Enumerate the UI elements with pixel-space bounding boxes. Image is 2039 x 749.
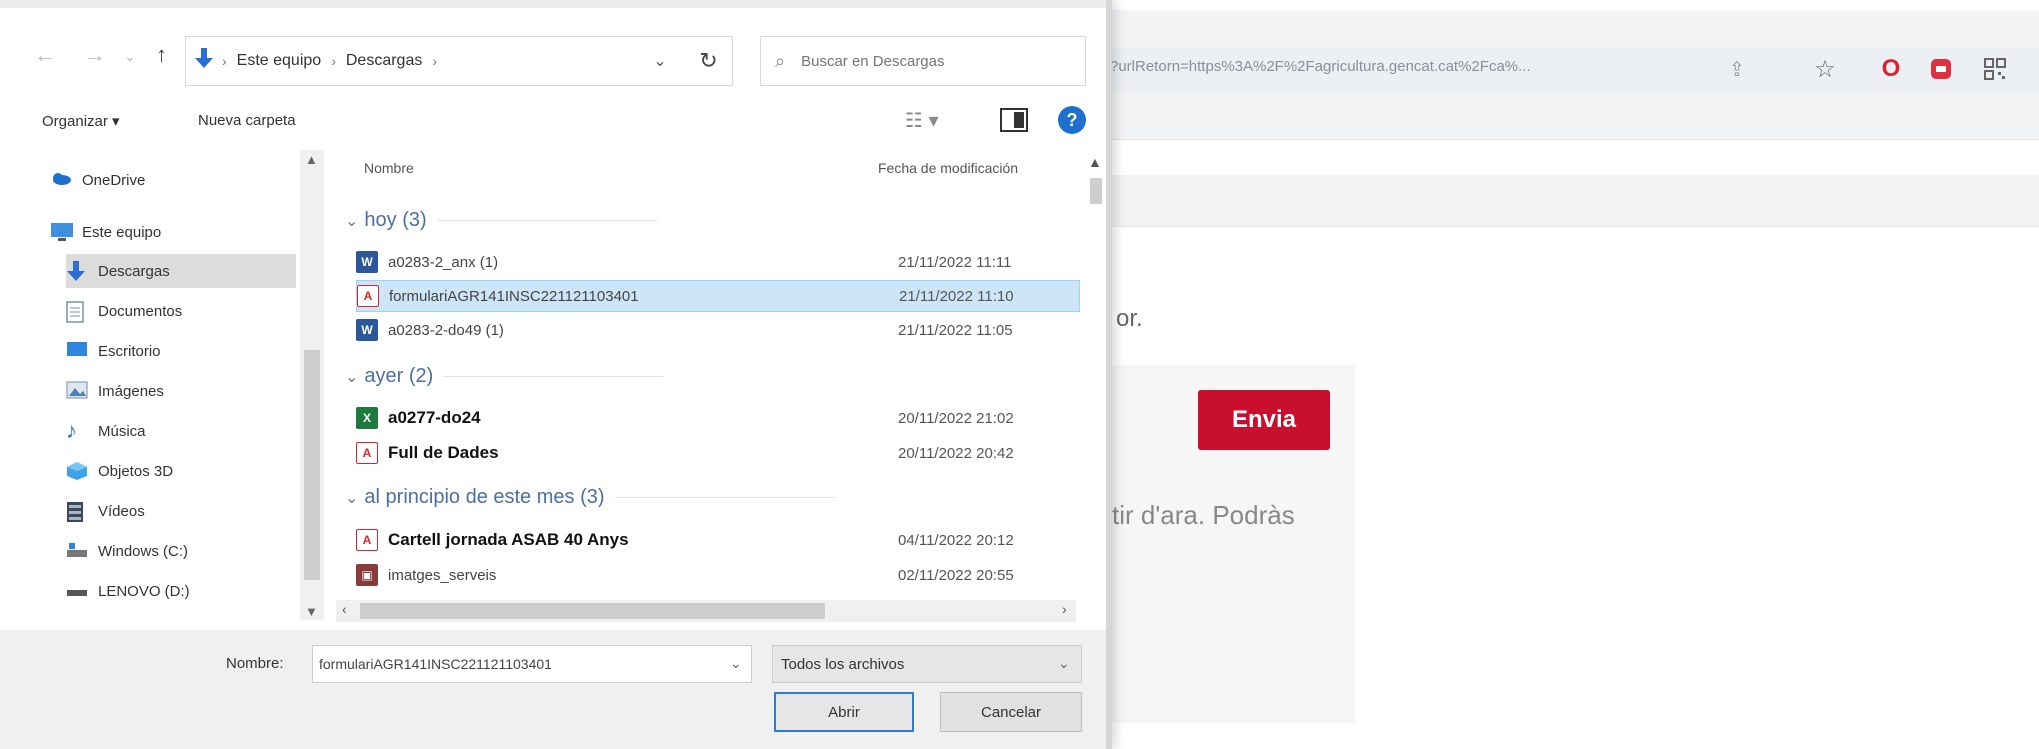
- extension-icon[interactable]: [1926, 54, 1956, 84]
- word-file-icon: W: [356, 319, 378, 341]
- pdf-file-icon: A: [356, 442, 378, 464]
- file-row[interactable]: A Full de Dades 20/11/2022 20:42: [356, 437, 1080, 469]
- refresh-icon[interactable]: ↻: [685, 36, 733, 86]
- sidebar-item-windows-c[interactable]: Windows (C:): [66, 534, 188, 568]
- help-icon[interactable]: ?: [1058, 106, 1086, 134]
- sidebar-item-este-equipo[interactable]: Este equipo: [50, 215, 161, 249]
- organize-button[interactable]: Organizar ▾: [42, 112, 120, 130]
- desktop-icon: [66, 341, 90, 361]
- cloud-icon: [50, 170, 74, 190]
- share-icon[interactable]: ⇪: [1722, 54, 1752, 84]
- search-input[interactable]: [801, 52, 1052, 70]
- group-divider: [443, 376, 664, 377]
- breadcrumb-este-equipo[interactable]: Este equipo: [237, 52, 322, 70]
- file-row[interactable]: ▣ imatges_serveis 02/11/2022 20:55: [356, 559, 1080, 591]
- filename-label: Nombre:: [226, 655, 284, 672]
- file-row[interactable]: W a0283-2-do49 (1) 21/11/2022 11:05: [356, 314, 1080, 346]
- video-icon: [66, 501, 90, 522]
- file-row[interactable]: W a0283-2_anx (1) 21/11/2022 11:11: [356, 246, 1080, 278]
- cancel-button[interactable]: Cancelar: [940, 692, 1082, 732]
- download-icon: [194, 47, 214, 75]
- up-arrow-icon[interactable]: ↑: [156, 42, 167, 68]
- drive-icon: [66, 541, 90, 561]
- column-header-date[interactable]: Fecha de modificación: [878, 160, 1018, 176]
- envia-button[interactable]: Envia: [1198, 390, 1330, 450]
- preview-pane-icon[interactable]: [1000, 108, 1028, 132]
- scroll-left-icon[interactable]: ‹: [342, 601, 347, 617]
- file-type-select[interactable]: Todos los archivos: [772, 645, 1082, 683]
- music-icon: ♪: [66, 418, 77, 443]
- excel-file-icon: X: [356, 407, 378, 429]
- chevron-down-icon[interactable]: ⌄: [730, 655, 742, 672]
- column-header-name[interactable]: Nombre: [364, 160, 414, 176]
- back-arrow-icon[interactable]: ←: [34, 42, 56, 68]
- search-box[interactable]: ⌕: [760, 36, 1086, 86]
- group-divider: [614, 497, 835, 498]
- image-file-icon: ▣: [356, 564, 378, 586]
- command-bar: Organizar ▾ Nueva carpeta ☷ ▾ ?: [0, 100, 1106, 146]
- filename-input[interactable]: [312, 645, 752, 683]
- nav-pane-scroll-thumb[interactable]: [304, 350, 320, 580]
- view-options-icon[interactable]: ☷ ▾: [905, 108, 939, 133]
- opera-icon[interactable]: O: [1876, 54, 1906, 84]
- sidebar-item-escritorio[interactable]: Escritorio: [66, 334, 161, 368]
- sidebar-item-lenovo-d[interactable]: LENOVO (D:): [66, 574, 190, 608]
- scroll-up-icon[interactable]: ▲: [305, 152, 318, 167]
- sidebar-item-onedrive[interactable]: OneDrive: [50, 163, 145, 197]
- star-icon[interactable]: ☆: [1810, 54, 1840, 84]
- computer-icon: [50, 222, 74, 242]
- open-button[interactable]: Abrir: [774, 692, 914, 732]
- sidebar-item-documentos[interactable]: Documentos: [66, 294, 182, 328]
- dialog-title-strip: [0, 0, 1106, 8]
- chevron-down-icon[interactable]: ⌄: [640, 36, 680, 86]
- sidebar-item-videos[interactable]: Vídeos: [66, 494, 145, 528]
- sidebar-item-descargas[interactable]: Descargas: [66, 254, 296, 288]
- sidebar-item-objetos-3d[interactable]: Objetos 3D: [66, 454, 173, 488]
- download-icon: [66, 261, 90, 281]
- breadcrumb-separator-icon: ›: [331, 53, 336, 69]
- drive-icon: [66, 581, 90, 601]
- dialog-navigation-bar: ← → ⌄ ↑ › Este equipo › Descargas › ⌄ ↻ …: [0, 28, 1106, 92]
- group-header-this-month[interactable]: ⌄ al principio de este mes (3): [345, 486, 835, 509]
- group-header-yesterday[interactable]: ⌄ ayer (2): [345, 365, 664, 388]
- group-divider: [436, 220, 657, 221]
- word-file-icon: W: [356, 251, 378, 273]
- chevron-down-icon: ⌄: [345, 368, 359, 386]
- sidebar-item-musica[interactable]: ♪ Música: [66, 414, 146, 448]
- file-row[interactable]: X a0277-do24 20/11/2022 21:02: [356, 402, 1080, 434]
- file-open-dialog: ← → ⌄ ↑ › Este equipo › Descargas › ⌄ ↻ …: [0, 0, 1112, 749]
- breadcrumb-separator-icon: ›: [432, 53, 438, 69]
- breadcrumb-descargas[interactable]: Descargas: [346, 52, 422, 70]
- pdf-file-icon: A: [357, 285, 379, 307]
- browser-content-strip: [1100, 175, 2039, 227]
- qr-icon[interactable]: [1980, 54, 2010, 84]
- image-icon: [66, 381, 90, 401]
- chevron-down-icon: ⌄: [345, 212, 359, 230]
- chevron-down-icon: ⌄: [345, 489, 359, 507]
- document-icon: [66, 301, 90, 323]
- file-type-value: Todos los archivos: [781, 655, 905, 673]
- chevron-down-icon[interactable]: ⌄: [1058, 655, 1070, 672]
- sidebar-item-imagenes[interactable]: Imágenes: [66, 374, 164, 408]
- page-text: tir d'ara. Podràs: [1112, 500, 1295, 530]
- file-list-scroll-thumb[interactable]: [1090, 178, 1102, 204]
- scroll-down-icon[interactable]: ▼: [305, 604, 318, 619]
- scroll-up-icon[interactable]: ▲: [1088, 154, 1102, 170]
- file-row-selected[interactable]: A formulariAGR141INSC221121103401 21/11/…: [356, 280, 1080, 312]
- recent-chevron-icon[interactable]: ⌄: [124, 48, 136, 65]
- new-folder-button[interactable]: Nueva carpeta: [198, 112, 296, 129]
- pdf-file-icon: A: [356, 529, 378, 551]
- cube-icon: [66, 461, 90, 481]
- scroll-right-icon[interactable]: ›: [1062, 601, 1067, 617]
- page-text: or.: [1116, 305, 1143, 332]
- forward-arrow-icon[interactable]: →: [84, 42, 106, 68]
- group-header-today[interactable]: ⌄ hoy (3): [345, 209, 657, 232]
- file-row[interactable]: A Cartell jornada ASAB 40 Anys 04/11/202…: [356, 524, 1080, 556]
- search-icon: ⌕: [775, 50, 786, 71]
- breadcrumb-separator-icon: ›: [222, 53, 227, 69]
- horizontal-scroll-thumb[interactable]: [360, 603, 825, 619]
- browser-url-text[interactable]: ?urlRetorn=https%3A%2F%2Fagricultura.gen…: [1110, 58, 1531, 75]
